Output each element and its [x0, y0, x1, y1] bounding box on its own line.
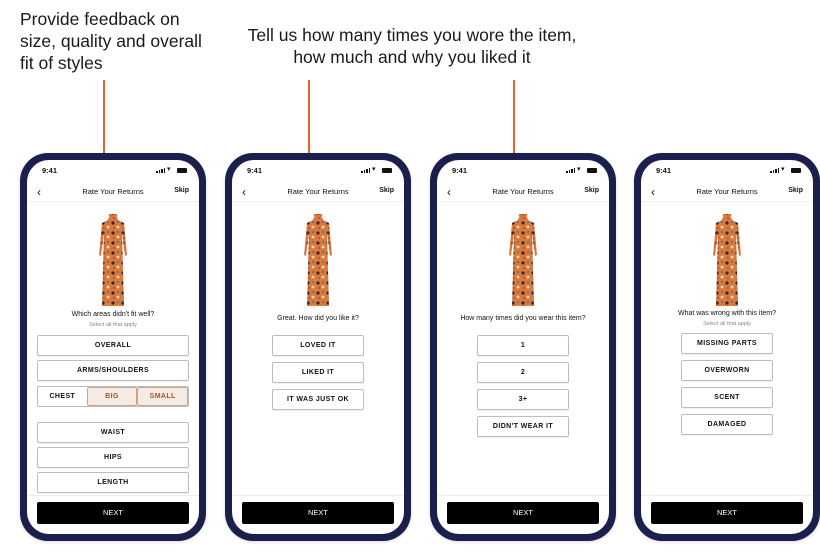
option-2[interactable]: 2: [477, 362, 569, 383]
subtitle-text: Select all that apply: [703, 321, 751, 327]
option-loved-it[interactable]: LOVED IT: [272, 335, 364, 356]
next-button[interactable]: NEXT: [242, 502, 394, 524]
screen: 9:41 ▾ ‹ Rate Your Returns Skip What was…: [641, 160, 813, 534]
chest-label: CHEST: [49, 393, 76, 400]
skip-button[interactable]: Skip: [584, 187, 599, 194]
signal-icon: [361, 168, 370, 173]
option-3-[interactable]: 3+: [477, 389, 569, 410]
status-time: 9:41: [452, 166, 468, 175]
screen: 9:41 ▾ ‹ Rate Your Returns Skip How many…: [437, 160, 609, 534]
signal-icon: [156, 168, 165, 173]
status-bar: 9:41 ▾: [232, 166, 404, 178]
option-damaged[interactable]: DAMAGED: [681, 414, 773, 435]
phone-screen-4: 9:41 ▾ ‹ Rate Your Returns Skip What was…: [634, 153, 820, 541]
skip-button[interactable]: Skip: [788, 187, 803, 194]
nav-bar: ‹ Rate Your Returns Skip: [437, 184, 609, 202]
battery-icon: [587, 168, 597, 173]
option-it-was-just-ok[interactable]: IT WAS JUST OK: [272, 389, 364, 410]
status-time: 9:41: [656, 166, 672, 175]
status-bar: 9:41 ▾: [437, 166, 609, 178]
dress-image: [304, 214, 332, 306]
dress-image: [509, 214, 537, 306]
nav-bar: ‹ Rate Your Returns Skip: [232, 184, 404, 202]
chest-small-option[interactable]: SMALL: [137, 387, 189, 406]
nav-title: Rate Your Returns: [287, 187, 349, 196]
nav-title: Rate Your Returns: [696, 187, 758, 196]
option-didn-t-wear-it[interactable]: DIDN'T WEAR IT: [477, 416, 569, 437]
option-arms-shoulders[interactable]: ARMS/SHOULDERS: [37, 360, 189, 381]
next-button[interactable]: NEXT: [651, 502, 803, 524]
question-text: Which areas didn't fit well?: [71, 311, 155, 318]
wifi-icon: ▾: [781, 166, 785, 173]
caption-feedback: Provide feedback on size, quality and ov…: [20, 9, 202, 73]
caption-wear: Tell us how many times you wore the item…: [247, 25, 577, 67]
option-overworn[interactable]: OVERWORN: [681, 360, 773, 381]
screen: 9:41 ▾ ‹ Rate Your Returns Skip Which ar…: [27, 160, 199, 534]
nav-title: Rate Your Returns: [82, 187, 144, 196]
dress-image: [713, 214, 741, 306]
phone-screen-1: 9:41 ▾ ‹ Rate Your Returns Skip Which ar…: [20, 153, 206, 541]
nav-title: Rate Your Returns: [492, 187, 554, 196]
status-icons: ▾: [770, 166, 801, 173]
skip-button[interactable]: Skip: [174, 187, 189, 194]
battery-icon: [382, 168, 392, 173]
wifi-icon: ▾: [577, 166, 581, 173]
status-bar: 9:41 ▾: [27, 166, 199, 178]
option-scent[interactable]: SCENT: [681, 387, 773, 408]
option-waist[interactable]: WAIST: [37, 422, 189, 443]
option-overall[interactable]: OVERALL: [37, 335, 189, 356]
battery-icon: [791, 168, 801, 173]
option-1[interactable]: 1: [477, 335, 569, 356]
dress-image: [99, 214, 127, 306]
skip-button[interactable]: Skip: [379, 187, 394, 194]
subtitle-text: Select all that apply: [89, 322, 137, 328]
status-icons: ▾: [566, 166, 597, 173]
option-missing-parts[interactable]: MISSING PARTS: [681, 333, 773, 354]
next-button[interactable]: NEXT: [37, 502, 189, 524]
status-time: 9:41: [247, 166, 263, 175]
option-liked-it[interactable]: LIKED IT: [272, 362, 364, 383]
next-button[interactable]: NEXT: [447, 502, 599, 524]
signal-icon: [566, 168, 575, 173]
footer-divider: [27, 495, 199, 496]
wifi-icon: ▾: [372, 166, 376, 173]
footer-divider: [232, 495, 404, 496]
question-text: Great. How did you like it?: [277, 315, 359, 322]
screen: 9:41 ▾ ‹ Rate Your Returns Skip Great. H…: [232, 160, 404, 534]
status-icons: ▾: [156, 166, 187, 173]
battery-icon: [177, 168, 187, 173]
chest-row: CHEST BIG SMALL: [37, 386, 189, 407]
footer-divider: [641, 495, 813, 496]
status-bar: 9:41 ▾: [641, 166, 813, 178]
chest-big-option[interactable]: BIG: [86, 387, 138, 406]
option-hips[interactable]: HIPS: [37, 447, 189, 468]
status-time: 9:41: [42, 166, 58, 175]
nav-bar: ‹ Rate Your Returns Skip: [641, 184, 813, 202]
option-length[interactable]: LENGTH: [37, 472, 189, 493]
phone-screen-3: 9:41 ▾ ‹ Rate Your Returns Skip How many…: [430, 153, 616, 541]
wifi-icon: ▾: [167, 166, 171, 173]
signal-icon: [770, 168, 779, 173]
status-icons: ▾: [361, 166, 392, 173]
question-text: How many times did you wear this item?: [460, 315, 586, 322]
footer-divider: [437, 495, 609, 496]
question-text: What was wrong with this item?: [677, 310, 777, 317]
phone-screen-2: 9:41 ▾ ‹ Rate Your Returns Skip Great. H…: [225, 153, 411, 541]
nav-bar: ‹ Rate Your Returns Skip: [27, 184, 199, 202]
